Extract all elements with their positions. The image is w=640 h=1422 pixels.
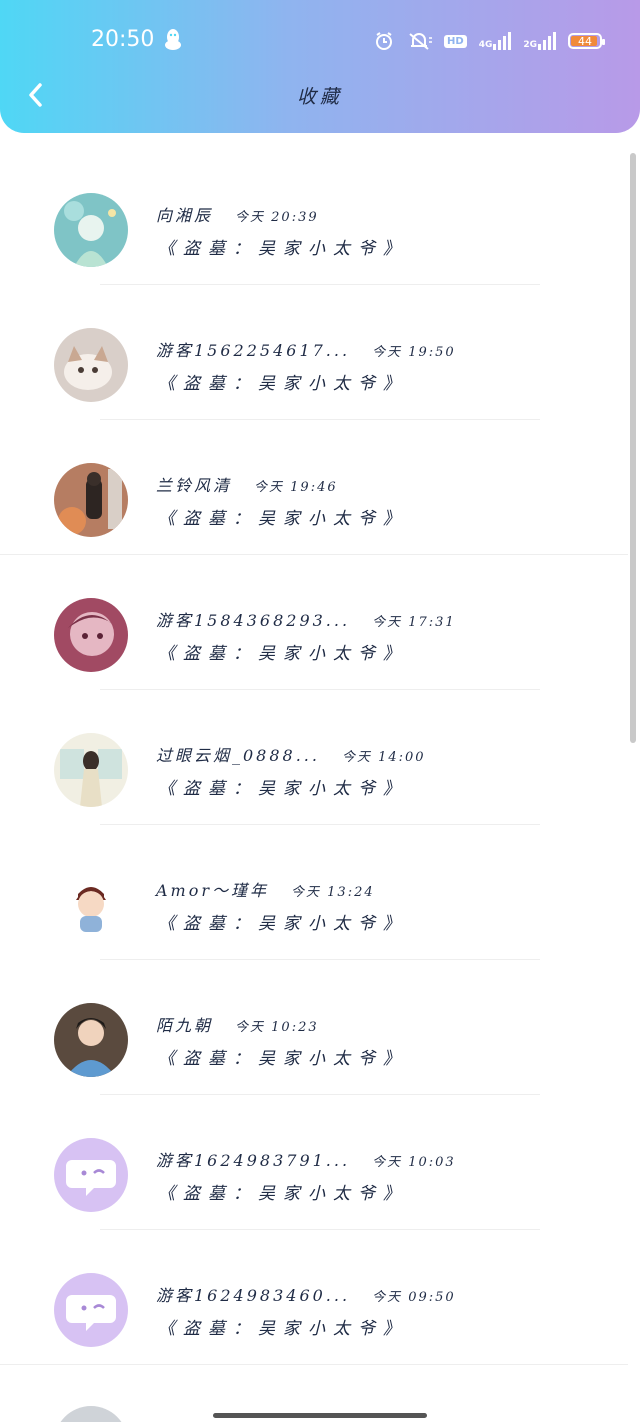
favorites-list: 向湘辰 今天 20:39 《盗墓：吴家小太爷》 游客1562254617... 今天… — [0, 150, 640, 1365]
signal-bars-icon — [538, 32, 556, 50]
nav-bar: 收藏 — [0, 70, 640, 120]
list-item[interactable]: 游客1584368293... 今天 17:31 《盗墓：吴家小太爷》 — [0, 555, 640, 690]
avatar[interactable] — [54, 1406, 128, 1422]
book-title: 《盗墓：吴家小太爷》 — [158, 779, 408, 799]
default-avatar-chat-icon — [54, 1273, 128, 1347]
favorite-meta: 游客1624983460... 今天 09:50 — [156, 1282, 456, 1306]
avatar[interactable] — [54, 463, 128, 537]
list-item-partial[interactable] — [0, 1400, 640, 1422]
book-title: 《盗墓：吴家小太爷》 — [158, 914, 408, 934]
book-title: 《盗墓：吴家小太爷》 — [158, 1049, 408, 1069]
header-bar: 20:50 HD 4G 2G 44 收藏 — [0, 0, 640, 133]
avatar-anime-fairy-image — [54, 193, 128, 267]
page-title: 收藏 — [296, 86, 343, 108]
home-indicator[interactable] — [213, 1413, 427, 1418]
mute-bell-icon — [409, 33, 433, 50]
avatar-young-man-image — [54, 1003, 128, 1077]
alarm-icon — [376, 32, 393, 50]
favorite-meta: 游客1562254617... 今天 19:50 — [156, 337, 456, 361]
signal-2g: 2G — [523, 32, 556, 50]
signal-4g: 4G — [479, 32, 512, 50]
book-title: 《盗墓：吴家小太爷》 — [158, 374, 408, 394]
favorite-meta: Amor～瑾年 今天 13:24 — [156, 877, 375, 901]
avatar-chibi-image — [54, 868, 128, 942]
username: 游客1584368293... — [156, 611, 351, 630]
timestamp: 今天 14:00 — [341, 750, 426, 765]
qq-penguin-icon — [165, 29, 181, 50]
default-avatar-chat-icon — [54, 1138, 128, 1212]
timestamp: 今天 13:24 — [291, 885, 375, 900]
avatar[interactable] — [54, 328, 128, 402]
avatar[interactable] — [54, 193, 128, 267]
timestamp: 今天 10:23 — [235, 1020, 319, 1035]
list-item[interactable]: 向湘辰 今天 20:39 《盗墓：吴家小太爷》 — [0, 150, 640, 285]
timestamp: 今天 10:03 — [372, 1155, 456, 1170]
status-icons: HD 4G 2G 44 — [374, 28, 605, 54]
battery-level: 44 — [578, 34, 592, 48]
status-bar: 20:50 HD 4G 2G 44 — [0, 18, 640, 64]
avatar[interactable] — [54, 733, 128, 807]
scrollbar[interactable] — [630, 153, 636, 743]
username: 游客1624983791... — [156, 1151, 351, 1170]
avatar-autumn-figure-image — [54, 463, 128, 537]
avatar[interactable] — [54, 1273, 128, 1347]
divider — [0, 1364, 628, 1365]
book-title: 《盗墓：吴家小太爷》 — [158, 1319, 408, 1339]
status-time: 20:50 — [91, 27, 155, 52]
timestamp: 今天 17:31 — [372, 615, 456, 630]
favorite-meta: 向湘辰 今天 20:39 — [156, 202, 319, 226]
favorite-meta: 过眼云烟_0888... 今天 14:00 — [156, 742, 426, 766]
book-title: 《盗墓：吴家小太爷》 — [158, 1184, 408, 1204]
list-item[interactable]: 过眼云烟_0888... 今天 14:00 《盗墓：吴家小太爷》 — [0, 690, 640, 825]
avatar[interactable] — [54, 598, 128, 672]
list-item[interactable]: Amor～瑾年 今天 13:24 《盗墓：吴家小太爷》 — [0, 825, 640, 960]
username: 陌九朝 — [156, 1016, 214, 1035]
list-item[interactable]: 游客1624983791... 今天 10:03 《盗墓：吴家小太爷》 — [0, 1095, 640, 1230]
timestamp: 今天 20:39 — [235, 210, 319, 225]
username: Amor～瑾年 — [156, 881, 270, 900]
avatar-kitten-image — [54, 328, 128, 402]
favorite-meta: 游客1584368293... 今天 17:31 — [156, 607, 456, 631]
list-item[interactable]: 游客1624983460... 今天 09:50 《盗墓：吴家小太爷》 — [0, 1230, 640, 1365]
username: 游客1624983460... — [156, 1286, 351, 1305]
username: 过眼云烟_0888... — [156, 746, 320, 765]
avatar-girl-window-image — [54, 733, 128, 807]
book-title: 《盗墓：吴家小太爷》 — [158, 239, 408, 259]
favorite-meta: 兰铃风清 今天 19:46 — [156, 472, 338, 496]
avatar[interactable] — [54, 1003, 128, 1077]
list-item[interactable]: 游客1562254617... 今天 19:50 《盗墓：吴家小太爷》 — [0, 285, 640, 420]
hd-badge: HD — [444, 34, 467, 48]
book-title: 《盗墓：吴家小太爷》 — [158, 509, 408, 529]
timestamp: 今天 09:50 — [372, 1290, 456, 1305]
timestamp: 今天 19:46 — [254, 480, 338, 495]
signal-bars-icon — [493, 32, 512, 50]
favorite-meta: 陌九朝 今天 10:23 — [156, 1012, 319, 1036]
battery-icon: 44 — [568, 33, 605, 49]
book-title: 《盗墓：吴家小太爷》 — [158, 644, 408, 664]
favorite-meta: 游客1624983791... 今天 10:03 — [156, 1147, 456, 1171]
list-item[interactable]: 兰铃风清 今天 19:46 《盗墓：吴家小太爷》 — [0, 420, 640, 555]
avatar[interactable] — [54, 868, 128, 942]
avatar-anime-boy-image — [54, 598, 128, 672]
avatar[interactable] — [54, 1138, 128, 1212]
username: 游客1562254617... — [156, 341, 351, 360]
list-item[interactable]: 陌九朝 今天 10:23 《盗墓：吴家小太爷》 — [0, 960, 640, 1095]
username: 兰铃风清 — [156, 476, 233, 495]
username: 向湘辰 — [156, 206, 214, 225]
timestamp: 今天 19:50 — [372, 345, 456, 360]
